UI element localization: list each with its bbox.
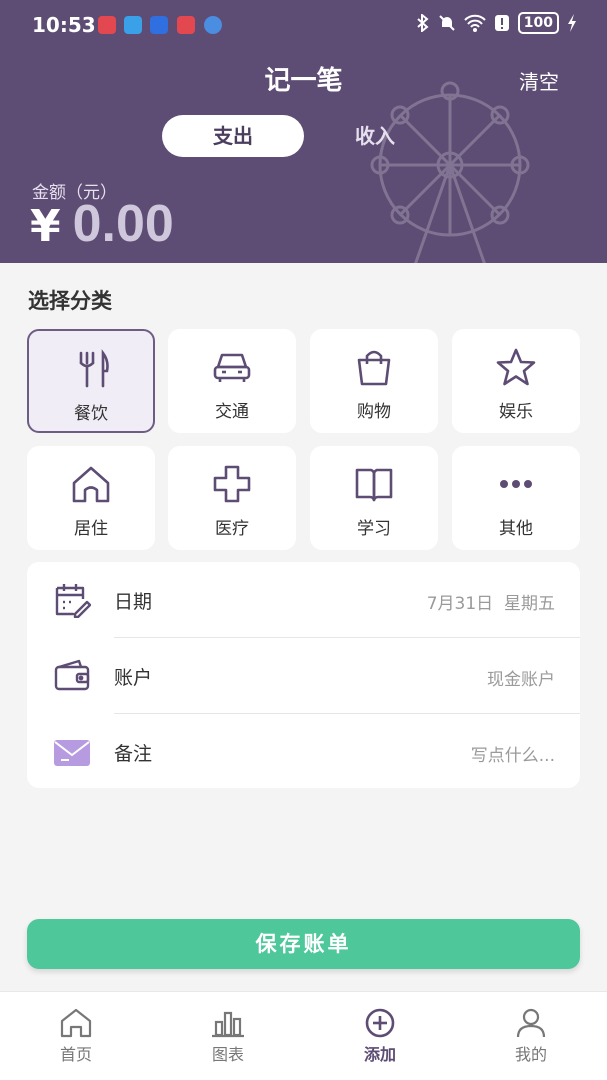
- charging-icon: [568, 14, 576, 32]
- note-input[interactable]: 写点什么...: [471, 741, 555, 766]
- currency-symbol: ¥: [30, 201, 61, 252]
- battery-level: 100: [517, 12, 559, 34]
- page-title: 记一笔: [264, 66, 343, 96]
- ferris-wheel-decoration: [370, 81, 530, 263]
- note-envelope-icon: [54, 740, 90, 766]
- nav-label: 图表: [211, 1045, 244, 1064]
- category-section-title: 选择分类: [28, 289, 112, 313]
- date-value: 7月31日 星期五: [426, 594, 555, 614]
- category-entertainment[interactable]: 娱乐: [452, 329, 580, 433]
- account-row[interactable]: 账户 现金账户: [27, 638, 580, 713]
- account-label: 账户: [114, 667, 153, 689]
- category-housing[interactable]: 居住: [27, 446, 155, 550]
- tab-income[interactable]: 收入: [310, 115, 440, 157]
- category-label: 学习: [357, 519, 391, 539]
- category-study[interactable]: 学习: [310, 446, 438, 550]
- shopping-bag-icon: [357, 350, 391, 386]
- mute-bell-icon: [439, 15, 455, 31]
- category-label: 娱乐: [499, 402, 533, 422]
- star-icon: [496, 348, 536, 386]
- nav-label: 添加: [363, 1045, 396, 1064]
- category-label: 餐饮: [74, 404, 108, 424]
- wallet-icon: [54, 659, 90, 691]
- add-circle-icon: [365, 1008, 395, 1038]
- tab-expense[interactable]: 支出: [162, 115, 304, 157]
- category-label: 购物: [357, 402, 391, 422]
- car-icon: [213, 353, 251, 382]
- category-label: 交通: [215, 402, 249, 422]
- nav-item-add[interactable]: 添加: [304, 992, 456, 1080]
- date-row[interactable]: 日期 7月31日 星期五: [27, 562, 580, 637]
- notification-app-icon: [150, 16, 168, 34]
- header: 10:53 100 记一笔 清空 支出 收入 金额（元） ¥ 0.00: [0, 0, 607, 263]
- category-medical[interactable]: 医疗: [168, 446, 296, 550]
- category-label: 医疗: [215, 519, 249, 539]
- save-bill-button[interactable]: 保存账单: [27, 919, 580, 969]
- calendar-edit-icon: [55, 584, 91, 618]
- nav-item-home[interactable]: 首页: [0, 992, 152, 1080]
- user-icon: [516, 1008, 546, 1038]
- house-icon: [72, 466, 110, 503]
- category-label: 居住: [74, 519, 108, 539]
- nav-item-profile[interactable]: 我的: [455, 992, 607, 1080]
- notification-app-icon: [98, 16, 116, 34]
- notification-app-icon: [177, 16, 195, 34]
- account-value: 现金账户: [487, 670, 555, 690]
- entry-form: 日期 7月31日 星期五 账户 现金账户 备注 写点什么...: [27, 562, 580, 788]
- category-other[interactable]: 其他: [452, 446, 580, 550]
- status-bar: 10:53 100: [0, 0, 607, 50]
- nav-label: 我的: [514, 1045, 547, 1064]
- notification-app-icon: [124, 16, 142, 34]
- amount-value: 0.00: [72, 195, 174, 253]
- note-label: 备注: [114, 743, 153, 765]
- bar-chart-icon: [212, 1011, 244, 1038]
- home-icon: [60, 1008, 92, 1038]
- category-shopping[interactable]: 购物: [310, 329, 438, 433]
- alert-icon: [494, 15, 509, 31]
- clear-button[interactable]: 清空: [519, 66, 559, 95]
- nav-label: 首页: [59, 1045, 92, 1064]
- date-label: 日期: [114, 591, 153, 613]
- medical-cross-icon: [213, 465, 251, 503]
- bluetooth-icon: [417, 14, 429, 32]
- utensils-icon: [79, 349, 109, 388]
- status-time: 10:53: [32, 13, 96, 37]
- nav-item-chart[interactable]: 图表: [152, 992, 304, 1080]
- note-row[interactable]: 备注 写点什么...: [27, 714, 580, 789]
- book-icon: [355, 468, 393, 502]
- bottom-nav: 首页 图表 添加 我的: [0, 991, 607, 1080]
- amount-input[interactable]: ¥ 0.00: [30, 194, 174, 254]
- more-dots-icon: [500, 480, 532, 488]
- wifi-icon: [464, 14, 486, 32]
- category-transport[interactable]: 交通: [168, 329, 296, 433]
- category-label: 其他: [499, 519, 533, 539]
- notification-app-icon: [204, 16, 222, 34]
- category-dining[interactable]: 餐饮: [27, 329, 155, 433]
